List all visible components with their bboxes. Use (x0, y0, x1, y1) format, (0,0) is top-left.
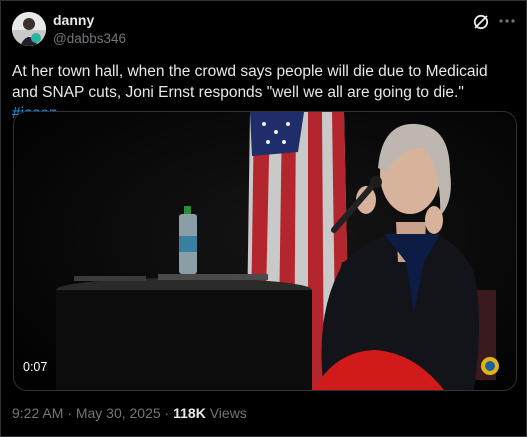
views-count[interactable]: 118K (173, 405, 206, 421)
views-label: Views (205, 405, 247, 421)
video-duration: 0:07 (23, 360, 48, 374)
avatar[interactable] (12, 12, 46, 46)
grok-icon[interactable] (472, 13, 490, 31)
tweet-meta: 9:22 AM · May 30, 2025 · 118K Views (12, 405, 247, 421)
author-display-name[interactable]: danny (53, 12, 94, 28)
more-options-icon[interactable] (497, 11, 517, 31)
tweet-card: danny @dabbs346 At her town hall, when t… (0, 0, 527, 437)
author-handle[interactable]: @dabbs346 (53, 31, 126, 46)
post-date[interactable]: May 30, 2025 (76, 405, 161, 421)
separator: · (63, 405, 76, 421)
separator: · (160, 405, 174, 421)
tweet-body: At her town hall, when the crowd says pe… (12, 63, 488, 101)
water-bottle-graphic (179, 206, 197, 274)
channel-logo-graphic (481, 357, 499, 375)
video-player[interactable] (13, 111, 517, 391)
table-graphic (56, 274, 312, 390)
post-time[interactable]: 9:22 AM (12, 405, 63, 421)
video-frame (14, 112, 516, 390)
